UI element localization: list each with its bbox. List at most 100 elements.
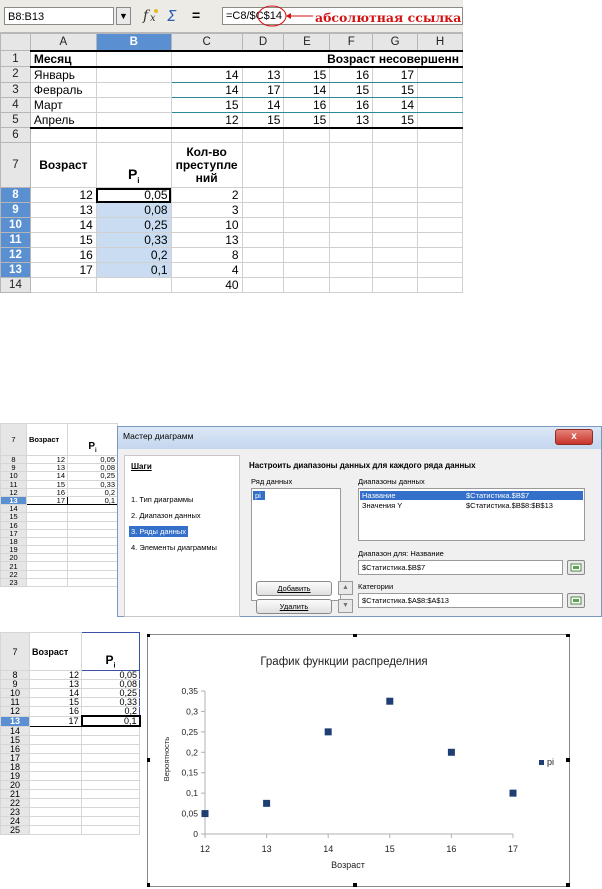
cell[interactable] xyxy=(329,142,374,188)
cell[interactable]: Возраст несовершенн xyxy=(170,49,463,68)
step-chart-elements[interactable]: 4. Элементы диаграммы xyxy=(129,542,219,553)
selected-cell[interactable]: 0,25 xyxy=(95,217,172,233)
cell[interactable] xyxy=(283,217,331,233)
row-header[interactable]: 14 xyxy=(0,725,30,736)
row-header[interactable]: 20 xyxy=(0,553,27,563)
cell[interactable]: 15 xyxy=(372,81,419,98)
cell[interactable] xyxy=(417,202,463,218)
cell[interactable] xyxy=(29,734,82,745)
cell[interactable]: 13 xyxy=(29,679,82,689)
cell[interactable] xyxy=(241,187,285,203)
cell[interactable] xyxy=(372,262,419,278)
cell[interactable]: 17 xyxy=(29,715,82,727)
range-select-button[interactable] xyxy=(567,560,585,575)
cell[interactable] xyxy=(417,277,463,293)
resize-handle[interactable] xyxy=(147,883,150,887)
resize-handle[interactable] xyxy=(566,634,570,637)
column-header[interactable]: F xyxy=(329,33,374,51)
cell[interactable]: 0,08 xyxy=(67,463,118,473)
cell[interactable]: Возраст xyxy=(26,423,68,456)
cell[interactable] xyxy=(241,202,285,218)
cell[interactable]: 14 xyxy=(26,471,68,481)
cell[interactable] xyxy=(81,743,140,754)
cell[interactable] xyxy=(67,520,118,530)
cell[interactable]: 16 xyxy=(29,247,97,263)
cell[interactable]: 15 xyxy=(372,111,419,129)
cell[interactable] xyxy=(241,127,285,143)
cell[interactable] xyxy=(26,553,68,563)
cell[interactable] xyxy=(417,66,463,83)
cell[interactable] xyxy=(81,824,140,835)
cell[interactable] xyxy=(81,779,140,790)
row-header[interactable]: 9 xyxy=(0,679,30,689)
cell[interactable] xyxy=(29,752,82,763)
row-header[interactable]: 1 xyxy=(0,50,31,67)
cell[interactable]: 16 xyxy=(26,487,68,497)
cell[interactable] xyxy=(29,127,97,143)
row-header[interactable]: 15 xyxy=(0,734,30,745)
cell[interactable] xyxy=(283,187,331,203)
cell[interactable]: 16 xyxy=(283,96,331,113)
cell[interactable] xyxy=(329,232,374,248)
cell[interactable]: 0,2 xyxy=(81,706,140,717)
cell[interactable] xyxy=(372,127,419,143)
categories-select-button[interactable] xyxy=(567,593,585,608)
cell[interactable] xyxy=(67,577,118,588)
row-header[interactable]: 21 xyxy=(0,788,30,799)
series-item[interactable]: pi xyxy=(253,491,265,500)
cell[interactable] xyxy=(283,142,331,188)
cell[interactable]: 15 xyxy=(241,111,285,129)
cell[interactable]: 17 xyxy=(26,495,68,506)
cell[interactable]: 17 xyxy=(29,262,97,278)
cell[interactable] xyxy=(67,504,118,514)
cell[interactable]: 15 xyxy=(26,479,68,489)
cell[interactable] xyxy=(283,277,331,293)
cell[interactable]: 13 xyxy=(329,111,374,129)
cell[interactable]: 4 xyxy=(170,262,243,278)
cell[interactable]: 0,25 xyxy=(67,471,118,481)
cell[interactable] xyxy=(417,127,463,143)
cell[interactable] xyxy=(81,734,140,745)
cell[interactable] xyxy=(67,545,118,555)
cell[interactable] xyxy=(372,187,419,203)
cell[interactable] xyxy=(26,569,68,579)
cell[interactable] xyxy=(26,545,68,555)
cell[interactable] xyxy=(417,111,463,129)
cell[interactable]: 16 xyxy=(29,706,82,717)
resize-handle[interactable] xyxy=(353,883,357,887)
row-header[interactable]: 19 xyxy=(0,545,27,555)
cell[interactable]: 15 xyxy=(29,697,82,707)
resize-handle[interactable] xyxy=(353,634,357,637)
cell[interactable] xyxy=(81,770,140,781)
row-header[interactable]: 16 xyxy=(0,520,27,530)
row-header[interactable]: 10 xyxy=(0,217,31,233)
cell[interactable] xyxy=(283,262,331,278)
row-header[interactable]: 4 xyxy=(0,96,31,113)
cell[interactable] xyxy=(81,725,140,736)
cell[interactable]: Pi xyxy=(67,423,118,456)
cell[interactable] xyxy=(329,262,374,278)
row-header[interactable]: 7 xyxy=(0,423,27,456)
cell[interactable] xyxy=(81,806,140,817)
cell[interactable] xyxy=(29,797,82,808)
column-header[interactable]: E xyxy=(283,33,331,51)
row-header[interactable]: 11 xyxy=(0,232,31,248)
cell[interactable]: 40 xyxy=(170,277,243,293)
cell[interactable] xyxy=(283,247,331,263)
categories-input[interactable]: $Статистика.$A$8:$A$13 xyxy=(358,593,563,608)
cell[interactable] xyxy=(417,187,463,203)
cell[interactable] xyxy=(417,96,463,113)
row-header[interactable]: 3 xyxy=(0,81,31,98)
cell[interactable] xyxy=(329,187,374,203)
cell[interactable] xyxy=(417,232,463,248)
cell[interactable] xyxy=(67,561,118,571)
cell[interactable] xyxy=(329,127,374,143)
row-header[interactable]: 5 xyxy=(0,111,31,128)
cell[interactable] xyxy=(29,806,82,817)
row-header[interactable]: 16 xyxy=(0,743,30,754)
cell[interactable] xyxy=(26,561,68,571)
cell[interactable] xyxy=(372,232,419,248)
cell[interactable]: 14 xyxy=(241,96,285,113)
step-data-series[interactable]: 3. Ряды данных xyxy=(129,526,188,537)
cell[interactable]: 15 xyxy=(329,81,374,98)
